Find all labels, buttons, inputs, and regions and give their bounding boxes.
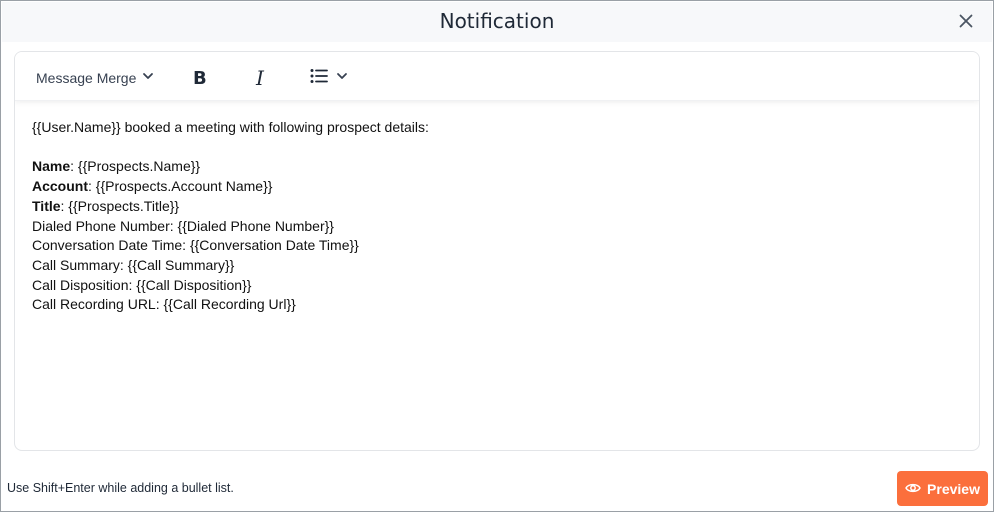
content-line: Call Disposition: {{Call Disposition}}: [32, 276, 252, 293]
field-label: Account: [32, 178, 88, 195]
intro-line: {{User.Name}} booked a meeting with foll…: [32, 119, 429, 135]
field-value: : {{Prospects.Title}}: [60, 197, 180, 214]
preview-button[interactable]: Preview: [897, 471, 988, 506]
bullet-list-hint: Use Shift+Enter while adding a bullet li…: [7, 481, 234, 495]
field-label: Title: [32, 197, 61, 214]
bullet-list-dropdown[interactable]: [310, 66, 348, 90]
editor-toolbar: Message Merge B I: [15, 52, 979, 101]
field-line-account: Account: {{Prospects.Account Name}}: [32, 177, 962, 197]
chevron-down-icon: [336, 69, 348, 87]
italic-button[interactable]: I: [256, 66, 264, 90]
dialog-header: Notification: [2, 2, 992, 42]
field-value: : {{Prospects.Name}}: [70, 158, 201, 175]
content-line: Conversation Date Time: {{Conversation D…: [32, 237, 359, 254]
chevron-down-icon: [142, 70, 154, 86]
bold-button[interactable]: B: [193, 66, 207, 90]
close-icon[interactable]: [956, 11, 976, 31]
editor-content[interactable]: {{User.Name}} booked a meeting with foll…: [32, 118, 962, 315]
eye-icon: [905, 481, 921, 497]
notification-dialog: Notification Message Merge B I {{User.Na…: [0, 0, 994, 512]
content-line: Dialed Phone Number: {{Dialed Phone Numb…: [32, 217, 334, 234]
dialog-title: Notification: [439, 9, 555, 33]
content-line: Call Recording URL: {{Call Recording Url…: [32, 296, 296, 313]
field-line-name: Name: {{Prospects.Name}}: [32, 157, 962, 177]
message-merge-dropdown[interactable]: Message Merge: [36, 68, 154, 88]
message-merge-label: Message Merge: [36, 70, 137, 86]
field-value: : {{Prospects.Account Name}}: [88, 178, 273, 195]
field-line-title: Title: {{Prospects.Title}}: [32, 197, 962, 217]
preview-label: Preview: [927, 480, 980, 497]
message-editor: Message Merge B I {{User.Name}} booked a…: [14, 51, 980, 451]
content-line: Call Summary: {{Call Summary}}: [32, 256, 235, 273]
bullet-list-icon: [310, 68, 328, 89]
field-label: Name: [32, 158, 71, 175]
